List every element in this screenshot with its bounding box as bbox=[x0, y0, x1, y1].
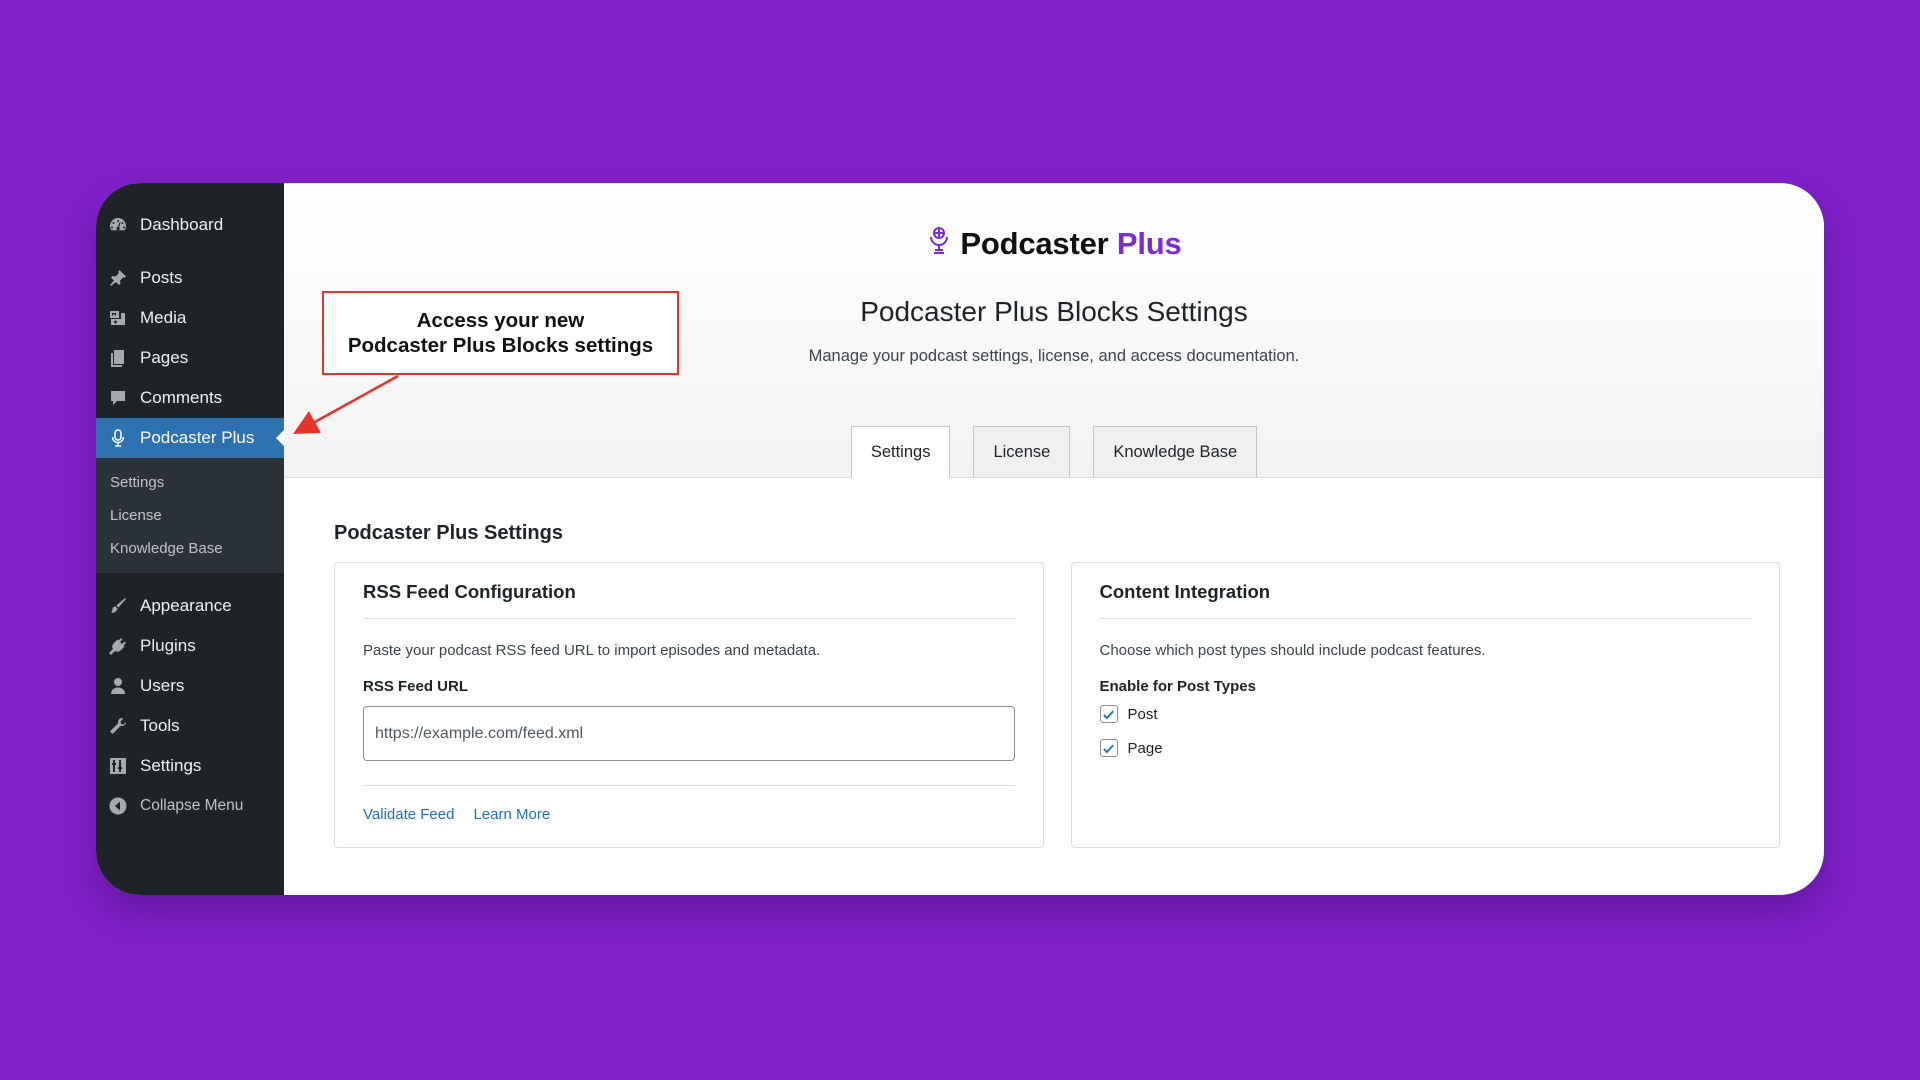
page-checkbox[interactable] bbox=[1099, 739, 1118, 757]
sidebar-item-label: Collapse Menu bbox=[140, 797, 244, 814]
main-content: Podcaster Plus Podcaster Plus Blocks Set… bbox=[284, 183, 1824, 895]
sidebar-item-label: Appearance bbox=[140, 596, 232, 615]
option-label: Post bbox=[1127, 705, 1158, 723]
sidebar-item-label: Dashboard bbox=[140, 215, 224, 234]
tab-license[interactable]: License bbox=[973, 426, 1071, 478]
pin-icon bbox=[107, 267, 129, 289]
sidebar-item-comments[interactable]: Comments bbox=[96, 378, 284, 418]
sidebar-item-settings[interactable]: Settings bbox=[96, 746, 284, 786]
checkmark-icon bbox=[1103, 744, 1114, 753]
submenu-item-license[interactable]: License bbox=[96, 499, 284, 532]
card-title: Content Integration bbox=[1099, 581, 1751, 619]
rss-feed-card: RSS Feed Configuration Paste your podcas… bbox=[334, 562, 1044, 848]
sidebar-item-label: Posts bbox=[140, 268, 183, 287]
podcaster-submenu: Settings License Knowledge Base bbox=[96, 458, 284, 573]
sidebar-item-dashboard[interactable]: Dashboard bbox=[96, 205, 284, 245]
rss-url-label: RSS Feed URL bbox=[363, 678, 469, 695]
collapse-icon bbox=[107, 795, 129, 817]
admin-sidebar: Dashboard Posts Media Pages Comments Pod… bbox=[96, 183, 284, 895]
content-integration-card: Content Integration Choose which post ty… bbox=[1070, 562, 1780, 848]
dashboard-icon bbox=[107, 214, 129, 236]
callout-line-1: Access your new bbox=[416, 309, 585, 332]
sidebar-item-pages[interactable]: Pages bbox=[96, 338, 284, 378]
pages-icon bbox=[107, 347, 129, 369]
microphone-icon bbox=[107, 427, 129, 449]
post-types-label: Enable for Post Types bbox=[1099, 678, 1256, 695]
card-footer: Validate Feed Learn More bbox=[363, 785, 1015, 823]
user-icon bbox=[107, 675, 129, 697]
brand-name-accent: Plus bbox=[1116, 225, 1182, 261]
sidebar-item-label: Pages bbox=[140, 348, 189, 367]
post-checkbox[interactable] bbox=[1099, 705, 1118, 723]
sidebar-item-label: Media bbox=[140, 308, 187, 327]
validate-feed-link[interactable]: Validate Feed bbox=[363, 806, 454, 823]
plugin-header: Podcaster Plus Podcaster Plus Blocks Set… bbox=[284, 183, 1824, 478]
rss-url-input[interactable] bbox=[363, 706, 1015, 761]
sidebar-item-label: Users bbox=[140, 676, 185, 695]
tab-settings[interactable]: Settings bbox=[850, 426, 951, 478]
settings-tabs: Settings License Knowledge Base bbox=[284, 426, 1824, 478]
plug-icon bbox=[107, 635, 129, 657]
media-icon bbox=[107, 307, 129, 329]
sidebar-item-tools[interactable]: Tools bbox=[96, 706, 284, 746]
post-type-option-post[interactable]: Post bbox=[1099, 705, 1752, 723]
comment-icon bbox=[107, 387, 129, 409]
post-type-option-page[interactable]: Page bbox=[1099, 739, 1752, 757]
sidebar-item-media[interactable]: Media bbox=[96, 298, 284, 338]
sliders-icon bbox=[107, 755, 129, 777]
card-description: Choose which post types should include p… bbox=[1099, 642, 1486, 659]
submenu-item-settings[interactable]: Settings bbox=[96, 466, 284, 499]
annotation-callout: Access your new Podcaster Plus Blocks se… bbox=[322, 291, 679, 375]
sidebar-item-label: Comments bbox=[140, 388, 223, 407]
podcast-microphone-icon bbox=[926, 225, 952, 262]
tab-knowledge-base[interactable]: Knowledge Base bbox=[1093, 426, 1258, 478]
submenu-item-knowledge-base[interactable]: Knowledge Base bbox=[96, 532, 284, 565]
sidebar-item-posts[interactable]: Posts bbox=[96, 258, 284, 298]
learn-more-link[interactable]: Learn More bbox=[473, 806, 550, 823]
sidebar-item-label: Podcaster Plus bbox=[140, 428, 255, 447]
brand-logo: Podcaster Plus bbox=[284, 225, 1824, 262]
sidebar-item-label: Plugins bbox=[140, 636, 196, 655]
card-description: Paste your podcast RSS feed URL to impor… bbox=[363, 642, 821, 659]
sidebar-item-plugins[interactable]: Plugins bbox=[96, 626, 284, 666]
sidebar-item-users[interactable]: Users bbox=[96, 666, 284, 706]
settings-cards: RSS Feed Configuration Paste your podcas… bbox=[334, 562, 1780, 848]
checkmark-icon bbox=[1103, 710, 1114, 719]
section-title: Podcaster Plus Settings bbox=[334, 522, 563, 544]
sidebar-item-label: Settings bbox=[140, 756, 202, 775]
brush-icon bbox=[107, 595, 129, 617]
sidebar-item-podcaster-plus[interactable]: Podcaster Plus bbox=[96, 418, 284, 458]
wrench-icon bbox=[107, 715, 129, 737]
settings-section: Podcaster Plus Settings RSS Feed Configu… bbox=[284, 478, 1824, 848]
card-title: RSS Feed Configuration bbox=[363, 581, 1015, 619]
browser-window: Dashboard Posts Media Pages Comments Pod… bbox=[96, 183, 1824, 895]
sidebar-item-appearance[interactable]: Appearance bbox=[96, 586, 284, 626]
collapse-menu-button[interactable]: Collapse Menu bbox=[96, 786, 284, 826]
callout-line-2: Podcaster Plus Blocks settings bbox=[347, 334, 654, 357]
brand-name: Podcaster Plus bbox=[960, 226, 1181, 262]
brand-name-main: Podcaster bbox=[960, 225, 1109, 261]
sidebar-item-label: Tools bbox=[140, 716, 180, 735]
option-label: Page bbox=[1127, 739, 1163, 757]
